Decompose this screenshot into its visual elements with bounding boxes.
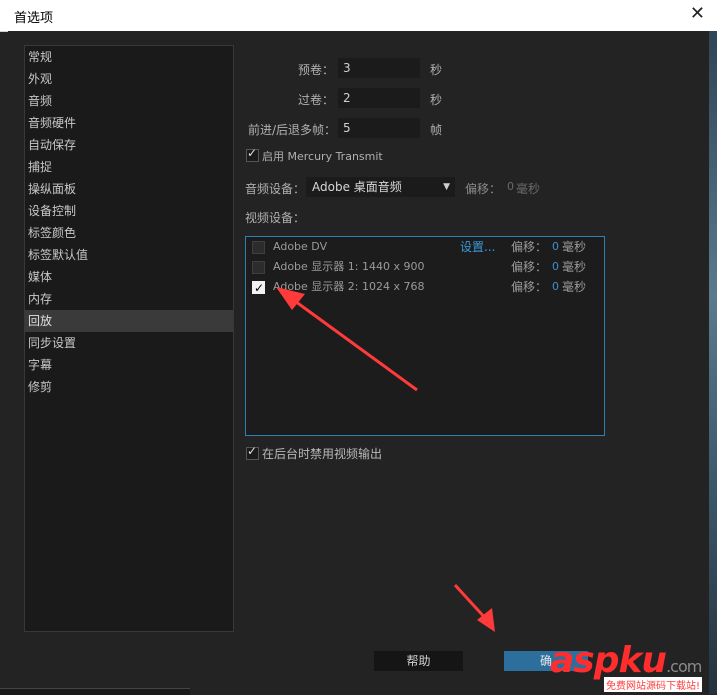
video-device-name: Adobe DV [273,240,328,253]
audio-offset-label: 偏移： [465,182,502,196]
video-device-row: Adobe DV 设置... 偏移： 0 毫秒 [246,237,604,257]
video-device-offset-label: 偏移： [511,280,548,294]
video-device-checkbox[interactable] [252,241,265,254]
sidebar-item-capture[interactable]: 捕捉 [25,156,233,178]
video-device-offset-unit: 毫秒 [562,240,587,254]
video-device-offset-unit: 毫秒 [562,280,587,294]
sidebar-item-control-surface[interactable]: 操纵面板 [25,178,233,200]
preferences-dialog: 常规 外观 音频 音频硬件 自动保存 捕捉 操纵面板 设备控制 标签颜色 标签默… [8,31,709,694]
watermark: aspku.com 免费网站源码下载站! [540,640,715,694]
sidebar-item-label-colors[interactable]: 标签颜色 [25,222,233,244]
sidebar-item-appearance[interactable]: 外观 [25,68,233,90]
sidebar-item-audio-hardware[interactable]: 音频硬件 [25,112,233,134]
video-device-row: Adobe 显示器 1: 1440 x 900 偏移： 0 毫秒 [246,257,604,277]
audio-offset-value[interactable]: 0 [507,180,514,193]
video-device-name: Adobe 显示器 1: 1440 x 900 [273,260,425,273]
video-device-offset-value[interactable]: 0 [552,237,559,257]
audio-device-dropdown[interactable]: Adobe 桌面音频 ▼ [306,177,455,197]
disable-background-output-label: 在后台时禁用视频输出 [262,447,383,461]
dropdown-arrow-icon: ▼ [443,182,450,192]
video-device-offset-unit: 毫秒 [562,260,587,274]
video-device-offset-value[interactable]: 0 [552,257,559,277]
preferences-sidebar: 常规 外观 音频 音频硬件 自动保存 捕捉 操纵面板 设备控制 标签颜色 标签默… [24,45,234,632]
step-frames-input[interactable]: 5 [338,118,420,138]
close-icon[interactable]: ✕ [690,3,705,24]
sidebar-item-general[interactable]: 常规 [25,46,233,68]
postroll-input[interactable]: 2 [338,88,420,108]
disable-background-output-checkbox[interactable] [246,444,259,460]
sidebar-item-memory[interactable]: 内存 [25,288,233,310]
video-device-list: Adobe DV 设置... 偏移： 0 毫秒 Adobe 显示器 1: 144… [245,236,605,436]
sidebar-item-device-control[interactable]: 设备控制 [25,200,233,222]
video-device-settings-link[interactable]: 设置... [460,237,495,257]
window-title: 首选项 [14,11,54,26]
title-bar: 首选项 ✕ [0,0,717,32]
postroll-unit: 秒 [430,93,443,107]
video-device-name: Adobe 显示器 2: 1024 x 768 [273,280,425,293]
preroll-label: 预卷： [297,63,334,77]
sidebar-item-sync-settings[interactable]: 同步设置 [25,332,233,354]
watermark-logo: aspku.com [550,640,702,681]
preroll-unit: 秒 [430,63,443,77]
video-device-offset-value[interactable]: 0 [552,277,559,297]
video-device-checkbox[interactable] [252,261,265,274]
watermark-logo-text: aspku [550,640,667,681]
watermark-tagline: 免费网站源码下载站! [604,677,703,692]
help-button[interactable]: 帮助 [374,651,463,671]
sidebar-item-audio[interactable]: 音频 [25,90,233,112]
step-frames-unit: 帧 [430,123,443,137]
video-device-offset-label: 偏移： [511,240,548,254]
mercury-transmit-checkbox[interactable] [246,146,259,162]
sidebar-item-captions[interactable]: 字幕 [25,354,233,376]
audio-device-label: 音频设备： [245,182,306,196]
audio-device-value: Adobe 桌面音频 [312,180,402,194]
video-device-label: 视频设备： [245,211,306,225]
sidebar-item-playback[interactable]: 回放 [25,310,233,332]
audio-offset-unit: 毫秒 [516,182,541,196]
video-device-offset-label: 偏移： [511,260,548,274]
video-device-checkbox[interactable] [252,278,265,298]
postroll-label: 过卷： [297,93,334,107]
step-frames-label: 前进/后退多帧： [247,123,336,137]
sidebar-item-label-defaults[interactable]: 标签默认值 [25,244,233,266]
sidebar-item-auto-save[interactable]: 自动保存 [25,134,233,156]
sidebar-item-trim[interactable]: 修剪 [25,376,233,398]
sidebar-item-media[interactable]: 媒体 [25,266,233,288]
mercury-transmit-label: 启用 Mercury Transmit [262,150,383,163]
preroll-input[interactable]: 3 [338,58,420,78]
video-device-row: Adobe 显示器 2: 1024 x 768 偏移： 0 毫秒 [246,277,604,298]
background-edge [709,31,717,694]
watermark-tld: .com [666,657,702,676]
